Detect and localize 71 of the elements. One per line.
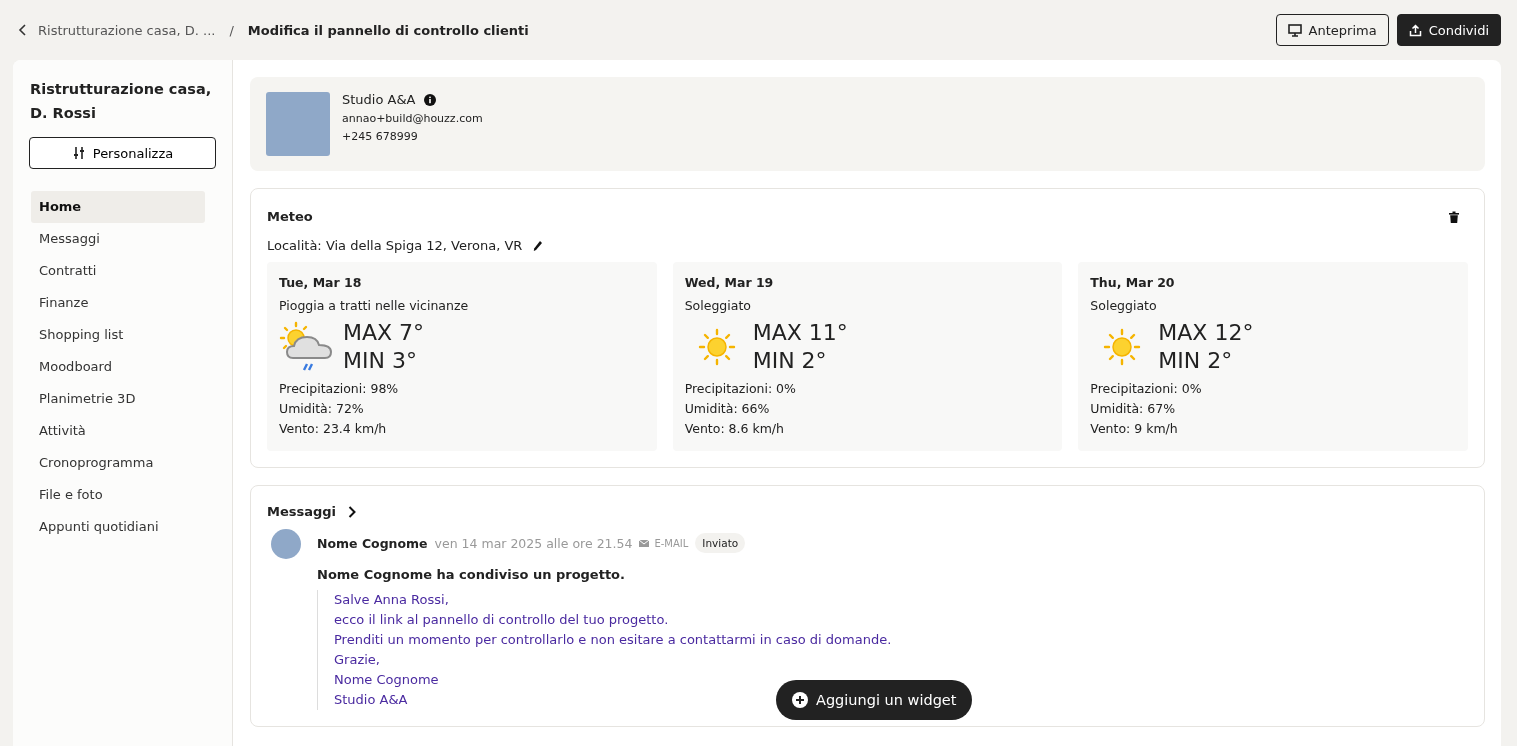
sidebar-item[interactable]: Contratti <box>31 255 205 287</box>
min-temperature: MIN 2° <box>1158 347 1234 375</box>
min-temperature: MIN 2° <box>752 347 828 375</box>
sidebar-item[interactable]: Finanze <box>31 287 205 319</box>
customize-button[interactable]: Personalizza <box>29 137 216 169</box>
forecast-condition: Soleggiato <box>684 298 752 313</box>
sidebar-item[interactable]: Shopping list <box>31 319 205 351</box>
status-badge: Inviato <box>695 533 746 553</box>
humidity-text: Umidità: 66% <box>684 400 771 418</box>
forecast-date: Wed, Mar 19 <box>684 275 775 290</box>
message-subject: Nome Cognome ha condiviso un progetto. <box>317 567 626 582</box>
forecast-date: Thu, Mar 20 <box>1090 275 1176 290</box>
trash-icon[interactable] <box>1449 210 1459 223</box>
precipitation-text: Precipitazioni: 0% <box>684 380 797 398</box>
info-icon[interactable] <box>424 93 437 106</box>
sidebar-item[interactable]: Moodboard <box>31 351 205 383</box>
sender-name: Nome Cognome <box>317 535 428 551</box>
message-line: Prenditi un momento per controllarlo e non esitare a contattarmi in caso di domande. <box>334 631 892 649</box>
sidebar-item[interactable]: Messaggi <box>31 223 205 255</box>
location-text: Località: Via della Spiga 12, Verona, VR <box>267 238 523 253</box>
company-email: annao+build@houzz.com <box>342 112 483 125</box>
max-temperature: MAX 12° <box>1158 319 1254 347</box>
message-line: ecco il link al pannello di controllo del tuo progetto. <box>334 611 669 629</box>
pencil-icon[interactable] <box>533 239 544 252</box>
precipitation-text: Precipitazioni: 0% <box>1090 380 1203 398</box>
humidity-text: Umidità: 72% <box>279 400 365 418</box>
envelope-icon <box>639 539 650 547</box>
plus-circle-icon <box>792 692 808 708</box>
breadcrumb-separator: / <box>229 22 234 38</box>
forecast-condition: Soleggiato <box>1090 298 1158 313</box>
min-temperature: MIN 3° <box>343 347 418 375</box>
project-title: Ristrutturazione casa, D. Rossi <box>30 80 213 123</box>
add-widget-button[interactable]: Aggiungi un widget <box>776 680 973 720</box>
message-line: Grazie, <box>334 651 380 669</box>
company-phone: +245 678999 <box>342 130 419 143</box>
sidebar-item[interactable]: Planimetrie 3D <box>31 383 205 415</box>
message-line: Studio A&A <box>334 691 408 709</box>
photo-placeholder <box>266 92 330 156</box>
sidebar-item[interactable]: File e foto <box>31 479 205 511</box>
humidity-text: Umidità: 67% <box>1090 400 1177 418</box>
widget-title: Meteo <box>267 209 313 224</box>
sliders-icon <box>71 146 86 160</box>
back-chevron-icon[interactable] <box>18 24 28 36</box>
monitor-icon <box>1287 23 1302 37</box>
sidebar-item[interactable]: Cronoprogramma <box>31 447 205 479</box>
max-temperature: MAX 11° <box>752 319 848 347</box>
message-date: ven 14 mar 2025 alle ore 21.54 <box>434 535 633 551</box>
chevron-right-icon <box>348 505 357 518</box>
upload-icon <box>1408 23 1422 37</box>
message-line: Nome Cognome <box>334 671 439 689</box>
sun-icon <box>1102 327 1143 367</box>
share-button[interactable]: Condividi <box>1396 14 1501 46</box>
forecast-condition: Pioggia a tratti nelle vicinanze <box>279 298 470 313</box>
preview-button[interactable]: Anteprima <box>1275 14 1389 46</box>
sun-icon <box>696 327 737 367</box>
sidebar-item[interactable]: Home <box>31 191 205 223</box>
wind-text: Vento: 8.6 km/h <box>684 420 785 438</box>
max-temperature: MAX 7° <box>343 319 425 347</box>
messages-link[interactable]: Messaggi <box>267 504 1468 519</box>
sidebar-item[interactable]: Attività <box>31 415 205 447</box>
precipitation-text: Precipitazioni: 98% <box>279 380 400 398</box>
breadcrumb-link[interactable]: Ristrutturazione casa, D. ... <box>38 22 216 38</box>
wind-text: Vento: 9 km/h <box>1090 420 1179 438</box>
forecast-date: Tue, Mar 18 <box>279 275 363 290</box>
message-line: Salve Anna Rossi, <box>334 591 449 609</box>
sidebar-item[interactable]: Appunti quotidiani <box>31 511 205 543</box>
page-title: Modifica il pannello di controllo clienti <box>247 22 529 38</box>
company-name: Studio A&A <box>342 92 416 107</box>
channel-label: E-MAIL <box>654 537 689 549</box>
wind-text: Vento: 23.4 km/h <box>279 420 388 438</box>
avatar <box>271 529 301 559</box>
